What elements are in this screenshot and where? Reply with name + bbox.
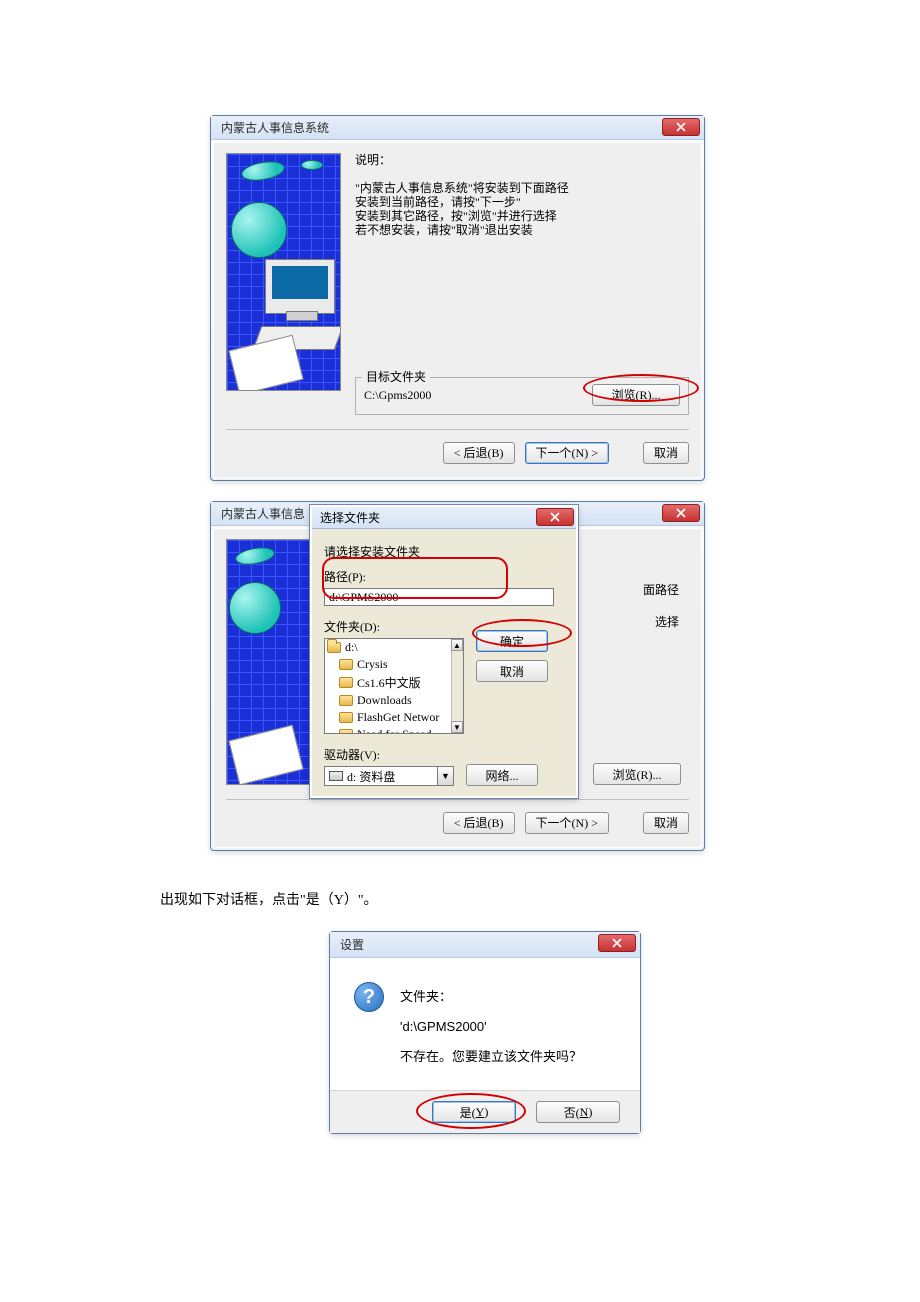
close-button-1[interactable] (662, 118, 700, 136)
close-icon (676, 122, 686, 132)
cancel-button-2bar[interactable]: 取消 (643, 812, 689, 834)
browse-button-2back[interactable]: 浏览(R)... (593, 763, 681, 785)
folder-item[interactable]: Downloads (325, 692, 463, 709)
folder-icon (339, 659, 353, 670)
folder-item[interactable]: Cs1.6中文版 (325, 673, 463, 692)
folder-icon (339, 729, 353, 734)
chevron-down-icon: ▼ (437, 767, 453, 785)
desc-line-1d: 若不想安装，请按"取消"退出安装 (355, 223, 689, 237)
cancel-button-picker[interactable]: 取消 (476, 660, 548, 682)
titlebar-1: 内蒙古人事信息系统 (211, 116, 704, 140)
browse-button-1[interactable]: 浏览(R)... (592, 384, 680, 406)
folder-icon (339, 695, 353, 706)
dialog-footer-3: 是(Y) 否(N) (330, 1090, 640, 1133)
drive-value: d: 资料盘 (347, 768, 395, 785)
install-dialog-1: 内蒙古人事信息系统 说明： "内蒙古人事信息系统"将安装到下面路径 (210, 115, 705, 481)
title-text-2back: 内蒙古人事信息 (221, 505, 305, 522)
title-text-1: 内蒙古人事信息系统 (221, 119, 329, 136)
folder-icon (339, 712, 353, 723)
narration-text: 出现如下对话框，点击"是（Y）"。 (160, 891, 760, 911)
msg-line-3: 不存在。您要建立该文件夹吗？ (400, 1042, 582, 1072)
no-button[interactable]: 否(N) (536, 1101, 620, 1123)
folders-label: 文件夹(D): (324, 618, 464, 635)
cancel-button-1[interactable]: 取消 (643, 442, 689, 464)
msg-line-1: 文件夹： (400, 982, 582, 1012)
target-folder-group: 目标文件夹 C:\Gpms2000 浏览(R)... (355, 377, 689, 415)
picker-prompt: 请选择安装文件夹 (324, 543, 564, 560)
close-icon (612, 938, 622, 948)
button-bar-2back: < 后退(B) 下一个(N) > 取消 (226, 799, 689, 835)
install-bitmap-1 (226, 153, 341, 391)
close-button-picker[interactable] (536, 508, 574, 526)
folder-listbox[interactable]: d:\ Crysis Cs1.6中文版 Downloads FlashGet N… (324, 638, 464, 734)
next-button-2[interactable]: 下一个(N) > (525, 812, 609, 834)
folder-picker-dialog: 选择文件夹 请选择安装文件夹 路径(P): 文件夹(D): d:\ Crysis… (310, 505, 578, 798)
yes-button[interactable]: 是(Y) (432, 1101, 516, 1123)
desc-line-1c: 安装到其它路径，按"浏览"并进行选择 (355, 209, 689, 223)
path-label: 路径(P): (324, 568, 564, 585)
back-line-1: 面路径 (643, 581, 679, 598)
folder-item[interactable]: Need for Speed (325, 726, 463, 734)
close-button-3[interactable] (598, 934, 636, 952)
scrollbar[interactable]: ▲ ▼ (451, 639, 463, 733)
question-icon: ? (354, 982, 384, 1012)
install-bitmap-2 (226, 539, 311, 785)
title-text-3: 设置 (340, 936, 364, 953)
confirm-dialog: 设置 ? 文件夹： 'd:\GPMS2000' 不存在。您要建立该文件夹吗？ 是… (329, 931, 641, 1134)
scroll-up-icon[interactable]: ▲ (451, 639, 463, 651)
desc-title-1: 说明： (355, 153, 689, 167)
drive-icon (329, 771, 343, 781)
scroll-down-icon[interactable]: ▼ (451, 721, 463, 733)
back-line-2: 选择 (655, 613, 679, 630)
next-button-1[interactable]: 下一个(N) > (525, 442, 609, 464)
target-path-1: C:\Gpms2000 (364, 388, 584, 402)
back-button-2[interactable]: < 后退(B) (443, 812, 515, 834)
group-label-1: 目标文件夹 (362, 370, 430, 384)
close-button-2back[interactable] (662, 504, 700, 522)
ok-button[interactable]: 确定 (476, 630, 548, 652)
network-button[interactable]: 网络... (466, 764, 538, 786)
folder-item[interactable]: Crysis (325, 656, 463, 673)
titlebar-picker: 选择文件夹 (312, 507, 576, 529)
folder-open-icon (327, 642, 341, 653)
drive-label: 驱动器(V): (324, 746, 454, 763)
path-input[interactable] (324, 588, 554, 606)
close-icon (676, 508, 686, 518)
button-bar-1: < 后退(B) 下一个(N) > 取消 (226, 429, 689, 465)
desc-line-1a: "内蒙古人事信息系统"将安装到下面路径 (355, 181, 689, 195)
back-button-1[interactable]: < 后退(B) (443, 442, 515, 464)
folder-item-root[interactable]: d:\ (325, 639, 463, 656)
msg-line-2: 'd:\GPMS2000' (400, 1012, 582, 1042)
desc-line-1b: 安装到当前路径，请按"下一步" (355, 195, 689, 209)
titlebar-3: 设置 (330, 932, 640, 958)
close-icon (550, 512, 560, 522)
picker-title: 选择文件夹 (320, 509, 380, 526)
message-body: ? 文件夹： 'd:\GPMS2000' 不存在。您要建立该文件夹吗？ (330, 958, 640, 1090)
folder-icon (339, 677, 353, 688)
folder-item[interactable]: FlashGet Networ (325, 709, 463, 726)
drive-select[interactable]: d: 资料盘 ▼ (324, 766, 454, 786)
